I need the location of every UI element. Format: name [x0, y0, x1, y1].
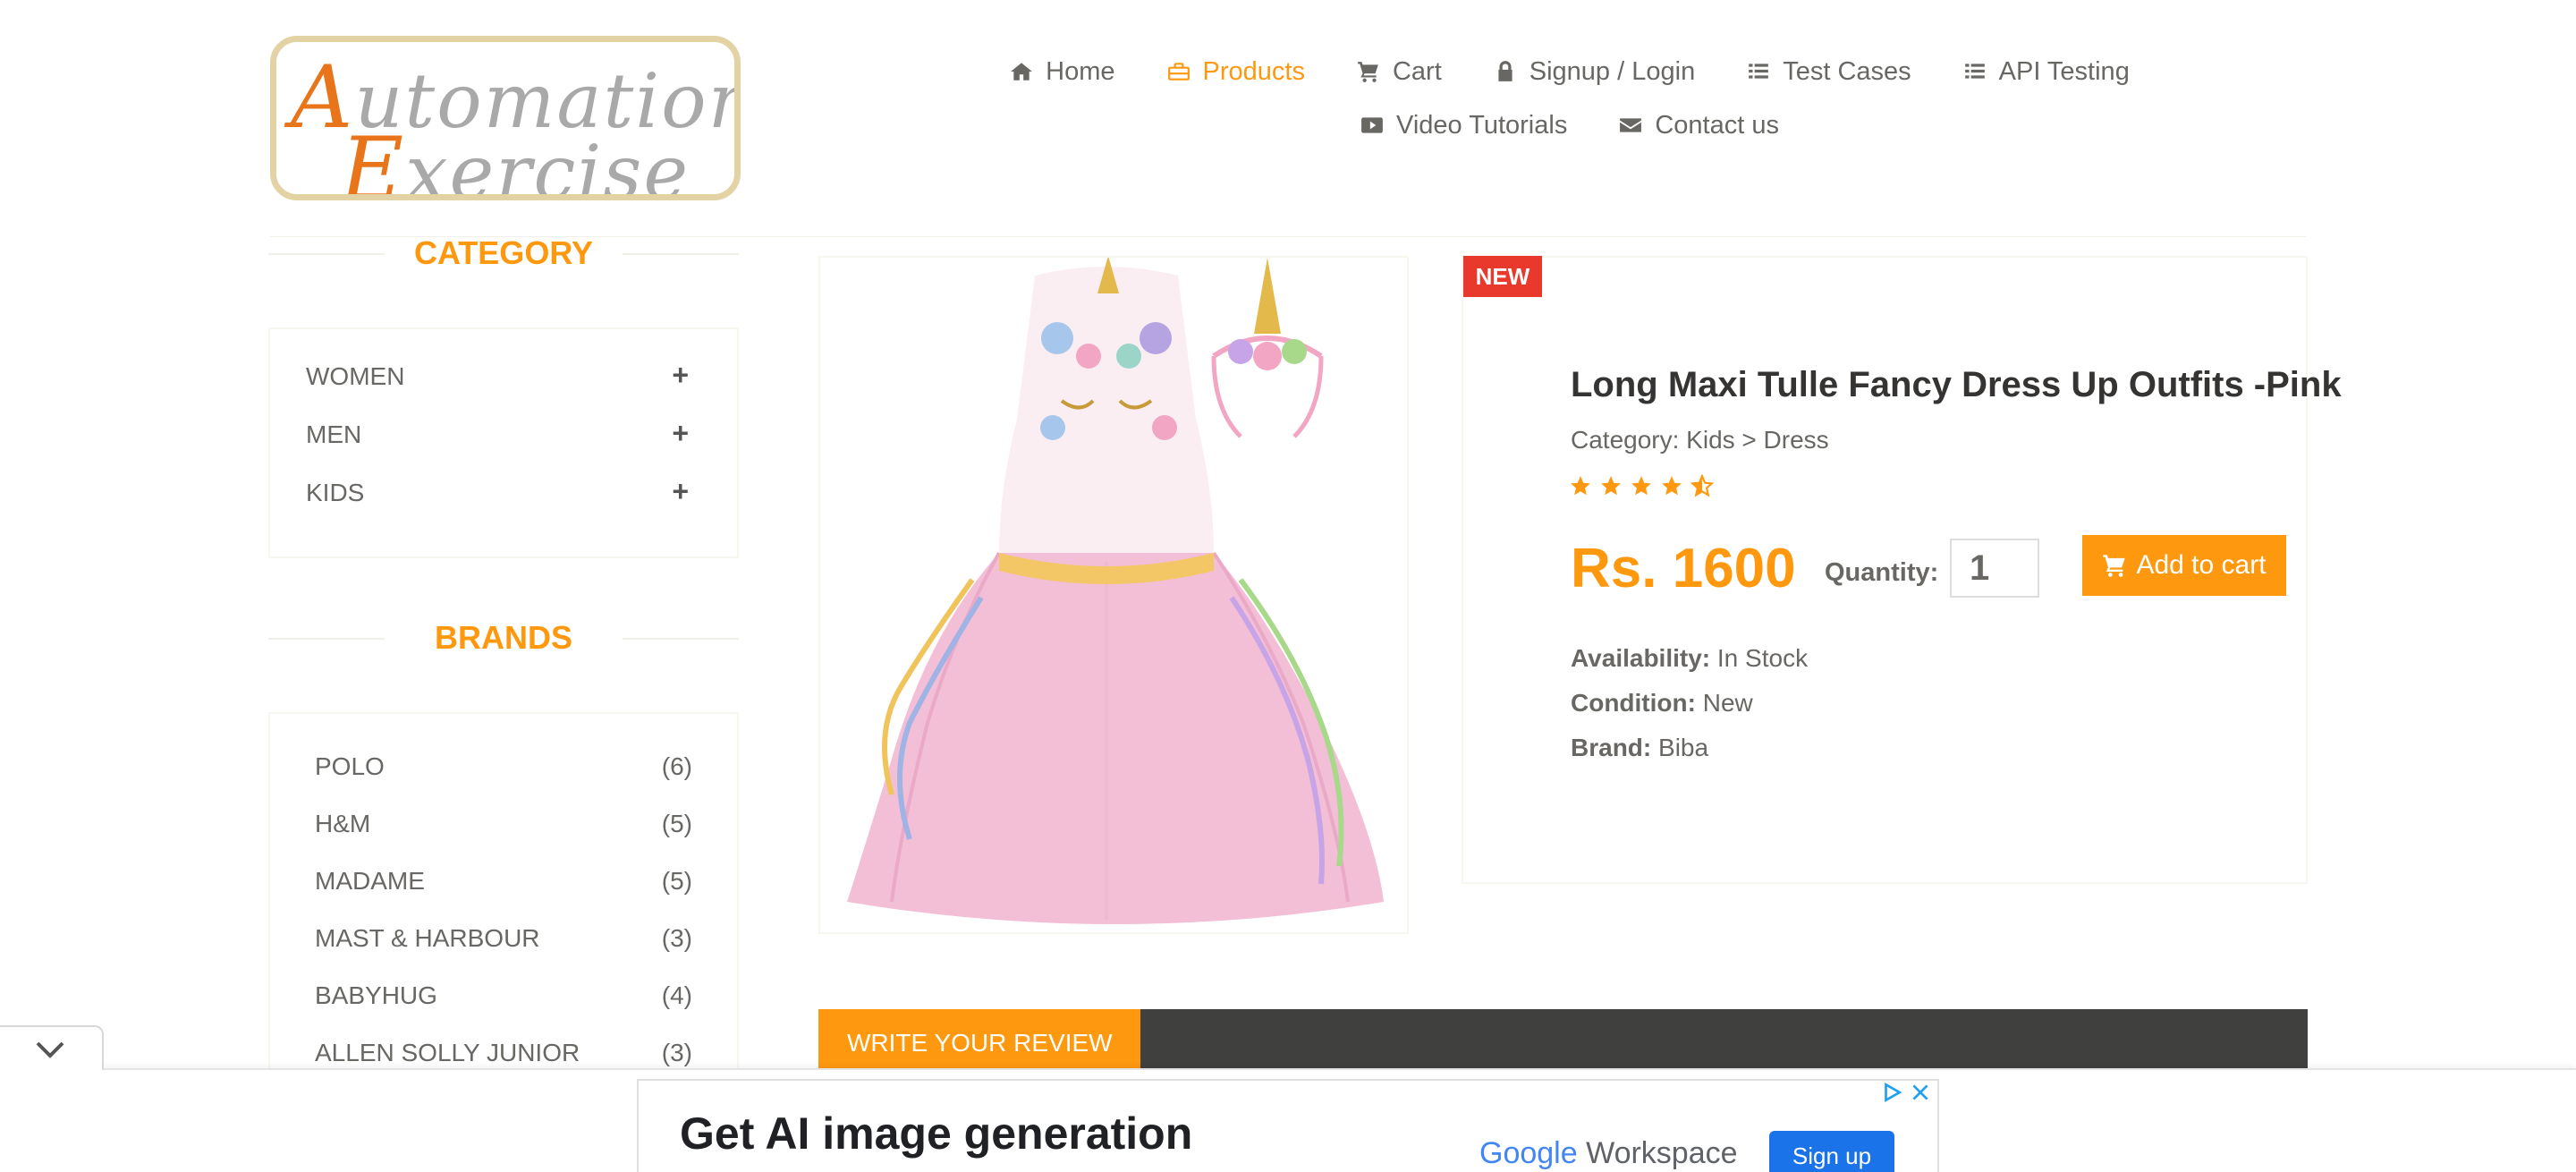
home-icon	[1011, 63, 1033, 81]
ad-collapse-toggle[interactable]	[0, 1025, 104, 1070]
category-label: KIDS	[306, 479, 365, 506]
category-label: MEN	[306, 420, 362, 448]
youtube-icon	[1361, 117, 1383, 133]
new-badge: NEW	[1463, 256, 1542, 297]
brand-count: (4)	[661, 981, 692, 1009]
plus-icon[interactable]: +	[672, 361, 689, 389]
rating-stars	[1569, 474, 1714, 497]
ad-brand: Google Workspace	[1479, 1136, 1738, 1171]
cart-icon	[2103, 555, 2126, 577]
cart-icon	[1358, 62, 1378, 82]
brand-count: (3)	[661, 924, 692, 952]
list-icon	[1964, 64, 1985, 79]
adchoices-icon[interactable]	[1880, 1081, 1903, 1104]
nav-cart[interactable]: Cart	[1357, 57, 1442, 87]
nav-contact-us[interactable]: Contact us	[1619, 111, 1779, 140]
condition-label: Condition:	[1571, 689, 1696, 717]
nav-home-label: Home	[1046, 56, 1115, 86]
category-heading: CATEGORY	[268, 234, 739, 272]
nav-cart-label: Cart	[1392, 56, 1442, 86]
star-icon	[1662, 476, 1682, 496]
nav-products[interactable]: Products	[1167, 57, 1305, 87]
category-men[interactable]: MEN +	[270, 419, 737, 480]
nav-test-cases[interactable]: Test Cases	[1747, 57, 1911, 87]
logo-line-2: Exercise	[341, 119, 691, 200]
quantity-input[interactable]	[1950, 539, 2039, 598]
list-icon	[1749, 64, 1769, 79]
brand-count: (3)	[661, 1039, 692, 1066]
star-icon	[1631, 476, 1651, 496]
brand-row: Brand: Biba	[1571, 734, 1708, 762]
ad-controls	[1880, 1081, 1932, 1104]
brand-mast-harbour[interactable]: MAST & HARBOUR (3)	[270, 925, 737, 982]
nav-signup-login-label: Signup / Login	[1529, 56, 1696, 86]
close-icon[interactable]	[1909, 1081, 1932, 1104]
nav-products-label: Products	[1202, 56, 1305, 86]
nav-signup-login[interactable]: Signup / Login	[1494, 57, 1695, 87]
brand-polo[interactable]: POLO (6)	[270, 753, 737, 811]
product-category: Category: Kids > Dress	[1571, 426, 1829, 454]
quantity-label: Quantity:	[1825, 558, 1939, 587]
brand-name: POLO	[315, 752, 385, 780]
nav-home[interactable]: Home	[1010, 56, 1115, 87]
category-women[interactable]: WOMEN +	[270, 361, 737, 421]
plus-icon[interactable]: +	[672, 477, 689, 505]
ad-card[interactable]: Get AI image generation Google Workspace…	[637, 1079, 1939, 1172]
ad-signup-button[interactable]: Sign up	[1769, 1131, 1894, 1172]
availability-row: Availability: In Stock	[1571, 644, 1808, 673]
nav-api-testing-label: API Testing	[1998, 56, 2130, 86]
brand-h-and-m[interactable]: H&M (5)	[270, 811, 737, 868]
nav-video-tutorials[interactable]: Video Tutorials	[1360, 111, 1567, 140]
nav-api-testing[interactable]: API Testing	[1963, 57, 2130, 87]
ad-headline: Get AI image generation	[680, 1108, 1193, 1159]
brand-madame[interactable]: MADAME (5)	[270, 868, 737, 925]
add-to-cart-label: Add to cart	[2136, 550, 2267, 580]
workspace-wordmark: Workspace	[1586, 1136, 1738, 1170]
category-label: WOMEN	[306, 362, 405, 390]
add-to-cart-button[interactable]: Add to cart	[2082, 535, 2286, 596]
main-nav: Home Products Cart Signup / Login Test C…	[993, 52, 2147, 145]
google-wordmark: Google	[1479, 1136, 1578, 1170]
chevron-down-icon	[36, 1041, 64, 1058]
brand-value: Biba	[1658, 734, 1709, 761]
star-icon	[1601, 476, 1621, 496]
nav-test-cases-label: Test Cases	[1783, 56, 1911, 86]
brand-label: Brand:	[1571, 734, 1652, 761]
brand-name: ALLEN SOLLY JUNIOR	[315, 1039, 580, 1066]
briefcase-icon	[1167, 63, 1190, 81]
nav-contact-us-label: Contact us	[1655, 110, 1779, 140]
brand-count: (6)	[661, 752, 692, 780]
brand-name: MADAME	[315, 867, 425, 895]
availability-value: In Stock	[1716, 644, 1809, 672]
condition-row: Condition: New	[1571, 689, 1753, 718]
brand-name: BABYHUG	[315, 981, 437, 1009]
brand-babyhug[interactable]: BABYHUG (4)	[270, 982, 737, 1040]
brand-name: H&M	[315, 810, 371, 837]
nav-video-tutorials-label: Video Tutorials	[1396, 110, 1568, 140]
envelope-icon	[1620, 118, 1642, 132]
product-title: Long Maxi Tulle Fancy Dress Up Outfits -…	[1571, 365, 2342, 404]
product-price: Rs. 1600	[1571, 538, 1796, 599]
condition-value: New	[1702, 689, 1753, 717]
write-review-tab[interactable]: WRITE YOUR REVIEW	[818, 1009, 1140, 1072]
star-half-icon	[1690, 474, 1714, 497]
star-icon	[1571, 476, 1590, 496]
brand-count: (5)	[661, 867, 692, 895]
product-image	[818, 256, 1409, 934]
availability-label: Availability:	[1571, 644, 1711, 672]
lock-icon	[1498, 61, 1513, 81]
category-panel: WOMEN + MEN + KIDS +	[268, 327, 739, 558]
brands-panel: POLO (6) H&M (5) MADAME (5) MAST & HARBO…	[268, 712, 739, 1088]
site-logo[interactable]: Automation Exercise	[270, 36, 741, 200]
category-kids[interactable]: KIDS +	[270, 477, 737, 538]
plus-icon[interactable]: +	[672, 419, 689, 447]
brand-name: MAST & HARBOUR	[315, 924, 540, 952]
dress-illustration	[847, 258, 1384, 924]
brands-heading: BRANDS	[268, 619, 739, 657]
brand-count: (5)	[661, 810, 692, 837]
